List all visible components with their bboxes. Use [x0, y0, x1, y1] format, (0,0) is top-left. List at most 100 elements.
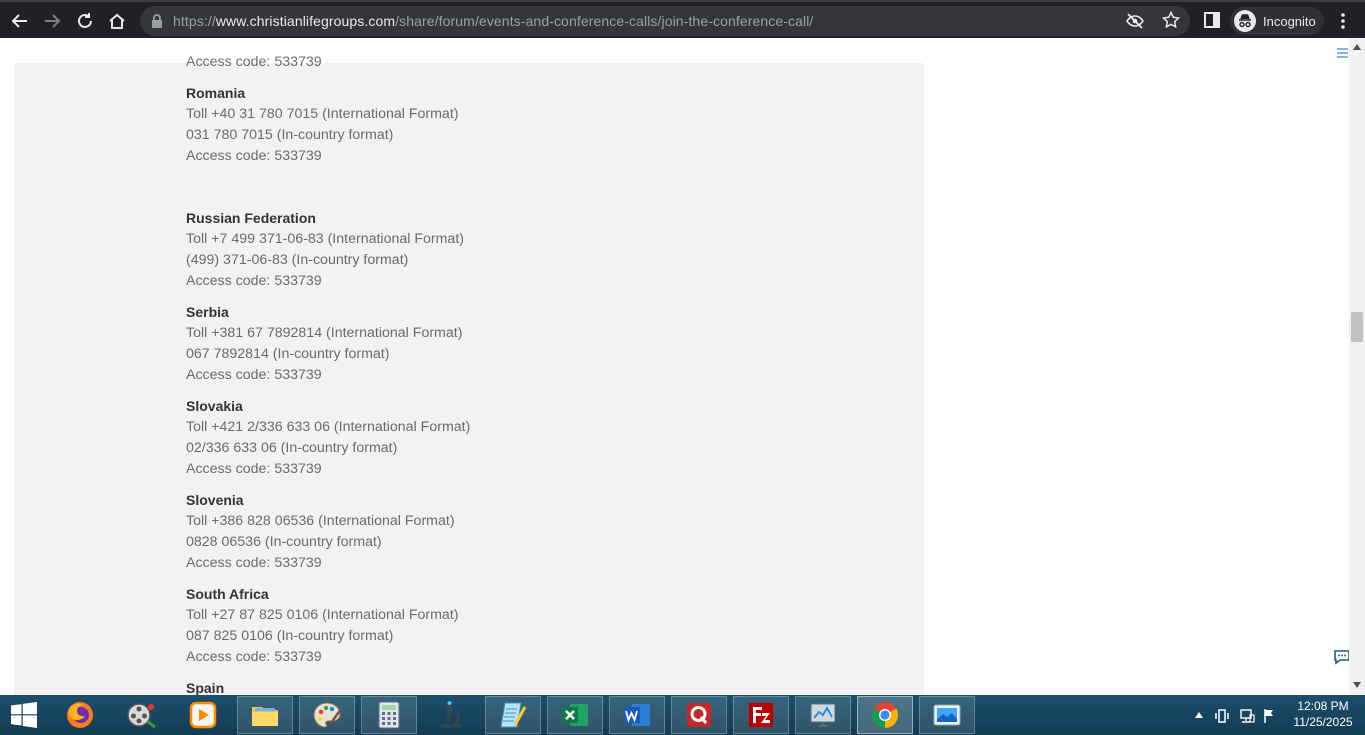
country-name: Serbia — [186, 304, 229, 320]
list-item: Spain — [186, 678, 886, 695]
windows-logo-icon — [11, 702, 37, 728]
access-code-line: Access code: 533739 — [186, 54, 322, 70]
paint-palette-icon — [313, 702, 343, 728]
eye-off-icon[interactable] — [1126, 12, 1144, 30]
url-path: /share/forum/events-and-conference-calls… — [395, 13, 814, 29]
incognito-icon — [1234, 10, 1256, 32]
tray-device-icon[interactable] — [1215, 708, 1229, 724]
country-name: Slovakia — [186, 398, 243, 414]
in-country-number: 067 7892814 (In-country format) — [186, 346, 390, 362]
taskbar-microscope-app[interactable] — [423, 696, 479, 734]
folder-icon — [252, 707, 278, 726]
lock-icon[interactable] — [150, 13, 164, 29]
side-panel-icon[interactable] — [1203, 11, 1221, 29]
url-text[interactable]: https://www.christianlifegroups.com/shar… — [173, 13, 813, 29]
taskbar-word[interactable] — [609, 696, 665, 734]
start-button[interactable] — [0, 695, 48, 735]
list-item: Slovenia Toll +386 828 06536 (Internatio… — [186, 490, 886, 574]
taskbar-chrome[interactable] — [857, 696, 913, 734]
arrow-left-icon — [11, 14, 27, 28]
home-icon — [109, 13, 125, 29]
country-name: Spain — [186, 680, 225, 695]
q-app-icon — [687, 703, 711, 727]
excel-icon — [562, 704, 588, 726]
content-panel: Access code: 533739 Romania Toll +40 31 … — [14, 54, 924, 695]
in-country-number: 031 780 7015 (In-country format) — [186, 127, 394, 143]
taskbar-firefox[interactable] — [52, 696, 108, 734]
windows-taskbar: 12:08 PM 11/25/2025 — [0, 695, 1365, 735]
scroll-down-arrow-icon[interactable] — [1353, 682, 1361, 688]
taskbar-screenshot-tool[interactable] — [919, 696, 975, 734]
international-number: Toll +381 67 7892814 (International Form… — [186, 325, 463, 341]
tray-chevron-up-icon[interactable] — [1195, 712, 1203, 718]
country-name: Romania — [186, 85, 246, 101]
country-name: Russian Federation — [186, 210, 316, 226]
play-button-icon — [189, 701, 217, 729]
in-country-number: 02/336 633 06 (In-country format) — [186, 440, 398, 456]
country-name: Slovenia — [186, 492, 244, 508]
arrow-right-icon — [45, 14, 61, 28]
tray-network-icon[interactable] — [1239, 708, 1255, 724]
taskbar-paint[interactable] — [299, 696, 355, 734]
scroll-up-arrow-icon[interactable] — [1353, 44, 1361, 50]
page-scrollbar[interactable] — [1349, 38, 1365, 695]
home-button[interactable] — [103, 7, 131, 35]
web-page: Access code: 533739 Romania Toll +40 31 … — [0, 38, 1349, 695]
monitor-chart-icon — [810, 703, 836, 727]
taskbar-excel[interactable] — [547, 696, 603, 734]
in-country-number: 0828 06536 (In-country format) — [186, 534, 382, 550]
access-code-line: Access code: 533739 — [186, 367, 322, 383]
list-item: Access code: 533739 — [186, 52, 886, 73]
access-code-line: Access code: 533739 — [186, 148, 322, 164]
hamburger-menu-icon[interactable] — [1337, 48, 1348, 58]
taskbar-file-explorer[interactable] — [237, 696, 293, 734]
calculator-icon — [378, 701, 400, 729]
notepad-icon — [500, 702, 527, 728]
in-country-number: (499) 371-06-83 (In-country format) — [186, 252, 409, 268]
url-host: www.christianlifegroups.com — [215, 13, 396, 29]
reload-icon — [78, 13, 92, 28]
international-number: Toll +27 87 825 0106 (International Form… — [186, 607, 459, 623]
scrollbar-thumb[interactable] — [1351, 312, 1363, 342]
word-icon — [624, 704, 650, 726]
back-button[interactable] — [6, 7, 34, 35]
address-bar[interactable]: https://www.christianlifegroups.com/shar… — [140, 6, 1190, 36]
forward-button[interactable] — [38, 7, 66, 35]
taskbar-notepad[interactable] — [485, 696, 541, 734]
system-clock[interactable]: 12:08 PM 11/25/2025 — [1288, 698, 1358, 730]
list-item: Serbia Toll +381 67 7892814 (Internation… — [186, 302, 886, 386]
international-number: Toll +386 828 06536 (International Forma… — [186, 513, 455, 529]
kebab-menu-icon[interactable] — [1334, 11, 1352, 31]
access-code-line: Access code: 533739 — [186, 649, 322, 665]
taskbar-system-tool[interactable] — [795, 696, 851, 734]
country-name: South Africa — [186, 586, 269, 602]
tray-flag-icon[interactable] — [1263, 708, 1277, 724]
taskbar-video-player[interactable] — [175, 696, 231, 734]
international-number: Toll +40 31 780 7015 (International Form… — [186, 106, 459, 122]
list-item: Slovakia Toll +421 2/336 633 06 (Interna… — [186, 396, 886, 480]
url-scheme: https:// — [173, 13, 216, 29]
taskbar-media-player[interactable] — [113, 696, 169, 734]
conference-numbers-list: Access code: 533739 Romania Toll +40 31 … — [186, 52, 886, 695]
list-item: Romania Toll +40 31 780 7015 (Internatio… — [186, 83, 886, 167]
chat-bubble-icon[interactable] — [1333, 649, 1349, 665]
reload-button[interactable] — [71, 7, 99, 35]
list-item: Russian Federation Toll +7 499 371-06-83… — [186, 208, 886, 292]
clock-time: 12:08 PM — [1297, 699, 1349, 713]
film-reel-icon — [127, 703, 156, 729]
access-code-line: Access code: 533739 — [186, 461, 322, 477]
system-tray — [1190, 695, 1280, 735]
bookmark-star-icon[interactable] — [1162, 11, 1180, 29]
chrome-icon — [871, 702, 899, 729]
list-item: South Africa Toll +27 87 825 0106 (Inter… — [186, 584, 886, 668]
firefox-icon — [67, 702, 93, 728]
taskbar-calculator[interactable] — [361, 696, 417, 734]
access-code-line: Access code: 533739 — [186, 273, 322, 289]
incognito-indicator[interactable]: Incognito — [1230, 7, 1324, 35]
incognito-label: Incognito — [1263, 13, 1316, 29]
international-number: Toll +7 499 371-06-83 (International For… — [186, 231, 464, 247]
taskbar-filezilla[interactable] — [733, 696, 789, 734]
clock-date: 11/25/2025 — [1293, 715, 1353, 729]
taskbar-q-app[interactable] — [671, 696, 727, 734]
international-number: Toll +421 2/336 633 06 (International Fo… — [186, 419, 471, 435]
